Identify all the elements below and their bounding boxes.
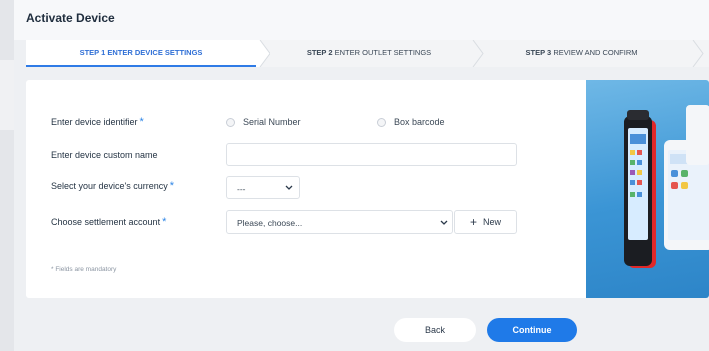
step-2-tab[interactable]: STEP 2 ENTER OUTLET SETTINGS (274, 40, 464, 67)
settlement-account-select[interactable]: Please, choose... (226, 210, 453, 234)
back-button[interactable]: Back (394, 318, 476, 342)
stepper: STEP 1 ENTER DEVICE SETTINGS STEP 2 ENTE… (26, 40, 709, 67)
step-label: ENTER DEVICE SETTINGS (107, 48, 203, 57)
required-marker: * (162, 216, 167, 228)
device-promo-image (586, 80, 709, 298)
radio-label: Serial Number (243, 117, 301, 127)
step-number: STEP 1 (79, 48, 106, 57)
step-number: STEP 3 (525, 48, 552, 57)
select-value: --- (237, 184, 246, 194)
activate-device-modal: Activate Device STEP 1 ENTER DEVICE SETT… (14, 0, 709, 351)
currency-label: Select your device's currency * (51, 180, 174, 192)
step-number: STEP 2 (306, 48, 333, 57)
chevron-down-icon (440, 220, 448, 225)
device-settings-form: Enter device identifier * Serial Number B… (26, 80, 586, 298)
custom-name-input[interactable] (226, 143, 517, 166)
step-label: REVIEW AND CONFIRM (553, 48, 638, 57)
continue-button[interactable]: Continue (487, 318, 577, 342)
plus-icon: + (469, 215, 477, 229)
radio-circle-icon (377, 117, 386, 127)
device-settings-card: Enter device identifier * Serial Number B… (26, 80, 709, 298)
phone-device-icon (686, 105, 709, 165)
label-text: Select your device's currency (51, 181, 168, 191)
label-text: Choose settlement account (51, 217, 161, 227)
radio-circle-icon (226, 117, 235, 127)
required-marker: * (169, 180, 175, 192)
step-chevron-icon (256, 40, 270, 67)
radio-label: Box barcode (394, 117, 445, 127)
box-barcode-radio[interactable]: Box barcode (377, 117, 445, 127)
select-value: Please, choose... (237, 218, 303, 228)
step-3-tab[interactable]: STEP 3 REVIEW AND CONFIRM (484, 40, 679, 67)
pos-terminal-icon (624, 110, 656, 268)
custom-name-label: Enter device custom name (51, 150, 158, 160)
modal-title: Activate Device (26, 11, 115, 25)
chevron-down-icon (285, 185, 293, 190)
step-chevron-icon (472, 40, 484, 67)
mandatory-note: * Fields are mandatory (51, 266, 117, 273)
button-label: New (483, 217, 502, 227)
settlement-label: Choose settlement account * (51, 216, 166, 228)
required-marker: * (139, 116, 144, 128)
label-text: Enter device identifier (51, 117, 138, 127)
step-label: ENTER OUTLET SETTINGS (334, 48, 432, 57)
modal-header: Activate Device (14, 0, 709, 40)
pos-devices-illustration (624, 105, 709, 268)
step-1-tab[interactable]: STEP 1 ENTER DEVICE SETTINGS (26, 40, 256, 67)
step-chevron-icon (692, 40, 704, 67)
identifier-label: Enter device identifier * (51, 116, 144, 128)
serial-number-radio[interactable]: Serial Number (226, 117, 301, 127)
new-account-button[interactable]: + New (454, 210, 517, 234)
currency-select[interactable]: --- (226, 176, 300, 199)
